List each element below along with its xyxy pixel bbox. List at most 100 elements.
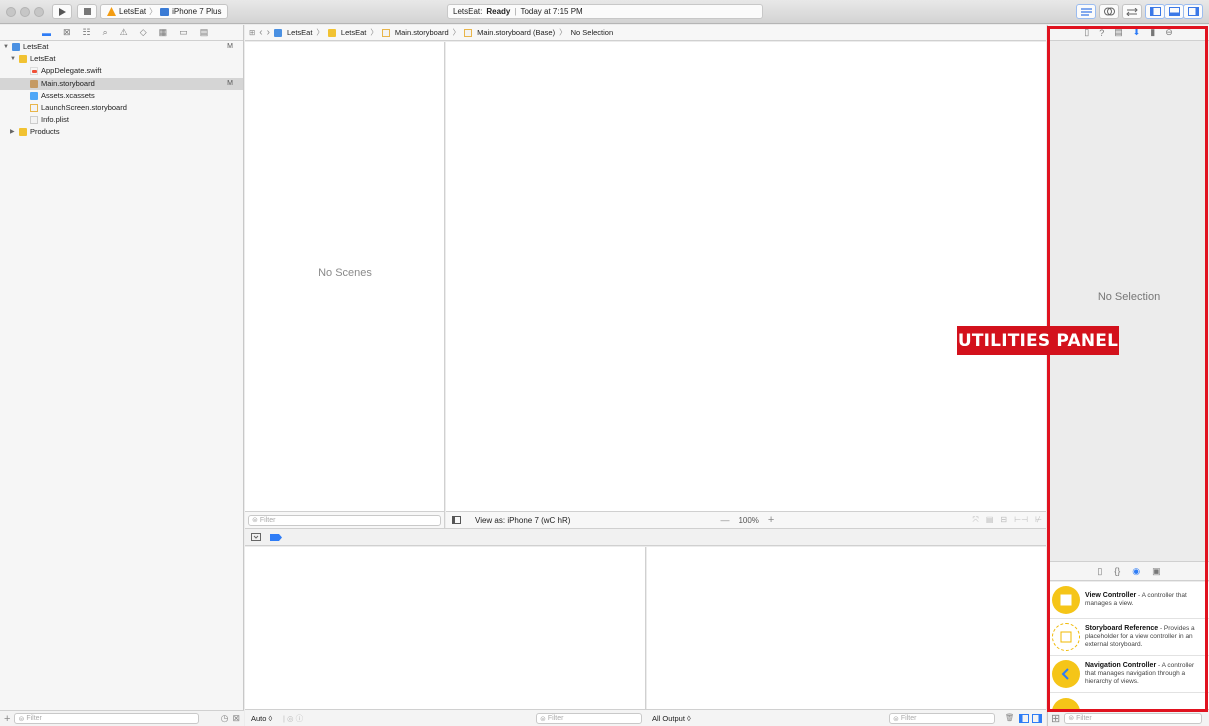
update-frames-icon[interactable]: ⤧ xyxy=(972,515,978,525)
source-control-icon[interactable]: ⊠ xyxy=(63,27,71,38)
trash-icon[interactable]: 🗑 xyxy=(1005,713,1015,722)
scheme-project-label: LetsEat xyxy=(119,7,147,16)
tree-item-label: Main.storyboard xyxy=(41,78,95,88)
outline-filter-input[interactable]: ⊜ Filter xyxy=(248,514,441,526)
breakpoint-icon[interactable]: ▭ xyxy=(179,27,188,38)
scheme-selector[interactable]: LetsEat 〉 iPhone 7 Plus xyxy=(100,4,228,19)
show-console-icon[interactable] xyxy=(1032,714,1042,723)
tree-item-file[interactable]: Assets.xcassets xyxy=(0,90,243,102)
tree-item-file[interactable]: Info.plist xyxy=(0,114,243,126)
console-filter-input[interactable]: ⊜ Filter xyxy=(889,713,995,724)
scm-filter-icon[interactable]: ⊠ xyxy=(232,713,240,724)
breadcrumb-label: LetsEat xyxy=(286,28,313,37)
tree-item-group[interactable]: ▶ Products xyxy=(0,126,243,138)
library-filter-input[interactable]: ⊜ Filter xyxy=(1064,712,1203,724)
object-library-icon[interactable]: ◉ xyxy=(1132,566,1140,577)
breadcrumb-item[interactable]: LetsEat xyxy=(273,28,313,37)
toggle-utilities-button[interactable] xyxy=(1183,4,1203,19)
bottom-panel-icon xyxy=(1168,7,1180,16)
console-view xyxy=(647,547,1046,709)
resolve-icon[interactable]: ⊬ xyxy=(1035,515,1042,525)
report-icon[interactable]: ▤ xyxy=(200,27,209,38)
connections-inspector-icon[interactable]: ⊖ xyxy=(1165,27,1173,38)
warning-icon[interactable]: ⚠ xyxy=(120,27,128,38)
toggle-navigator-button[interactable] xyxy=(1145,4,1165,19)
tree-item-group[interactable]: ▼ LetsEat xyxy=(0,53,243,65)
symbol-icon[interactable]: ☷ xyxy=(83,27,91,38)
media-library-icon[interactable]: ▣ xyxy=(1152,566,1161,577)
forward-icon[interactable]: › xyxy=(267,27,270,38)
toggle-debug-area-button[interactable] xyxy=(1164,4,1184,19)
tree-item-file[interactable]: AppDelegate.swift xyxy=(0,65,243,77)
attributes-inspector-icon[interactable]: ⬇ xyxy=(1133,27,1141,38)
zoom-out-button[interactable]: — xyxy=(720,515,729,525)
tree-item-file[interactable]: LaunchScreen.storyboard xyxy=(0,102,243,114)
run-button[interactable] xyxy=(52,4,72,19)
back-icon[interactable]: ‹ xyxy=(259,27,262,38)
variables-scope-select[interactable]: Auto ◊ xyxy=(251,714,272,723)
file-template-icon[interactable]: ▯ xyxy=(1097,566,1102,577)
file-inspector-icon[interactable]: ▯ xyxy=(1084,27,1089,38)
hide-debug-area-icon[interactable] xyxy=(251,533,261,541)
related-items-icon[interactable]: ⊞ xyxy=(249,28,255,37)
modified-badge: M xyxy=(227,43,233,50)
breadcrumb-item[interactable]: Main.storyboard (Base) xyxy=(464,28,555,37)
recent-icon[interactable]: ◷ xyxy=(221,713,229,724)
search-icon[interactable]: ⌕ xyxy=(103,27,108,38)
add-icon[interactable]: + xyxy=(4,713,10,725)
standard-editor-button[interactable] xyxy=(1076,4,1096,19)
tree-item-project[interactable]: ▼ LetsEat M xyxy=(0,41,243,53)
status-state-label: Ready xyxy=(486,7,511,16)
assistant-editor-button[interactable] xyxy=(1099,4,1119,19)
identity-inspector-icon[interactable]: ▤ xyxy=(1114,27,1123,38)
library-item[interactable] xyxy=(1048,693,1209,710)
storyboard-canvas[interactable] xyxy=(446,42,1046,511)
library-item[interactable]: Navigation Controller - A controller tha… xyxy=(1048,656,1209,693)
breadcrumb-item[interactable]: Main.storyboard xyxy=(381,28,449,37)
library-item[interactable]: View Controller - A controller that mana… xyxy=(1048,582,1209,619)
stop-button[interactable] xyxy=(77,4,97,19)
grid-view-icon[interactable]: ⊞ xyxy=(1051,712,1060,725)
disclosure-open-icon[interactable]: ▼ xyxy=(3,41,12,53)
disclosure-closed-icon[interactable]: ▶ xyxy=(10,126,19,138)
filter-icon: ⊜ xyxy=(18,715,25,723)
minimize-window-button[interactable] xyxy=(20,7,30,17)
breakpoints-toggle-icon[interactable] xyxy=(270,533,282,541)
console-output-select[interactable]: All Output ◊ xyxy=(652,714,691,723)
test-icon[interactable]: ◇ xyxy=(140,27,147,38)
activity-status: LetsEat: Ready | Today at 7:15 PM xyxy=(447,4,763,19)
navigator-footer: + ⊜ Filter ◷ ⊠ xyxy=(0,710,244,726)
folder-icon[interactable]: ▬ xyxy=(42,28,51,38)
right-panel-icon xyxy=(1187,7,1199,16)
library-item[interactable]: Storyboard Reference - Provides a placeh… xyxy=(1048,619,1209,656)
status-app-label: LetsEat: xyxy=(453,7,483,16)
code-snippet-icon[interactable]: {} xyxy=(1114,566,1120,576)
library-footer: ⊞ ⊜ Filter xyxy=(1048,709,1209,726)
stack-icon[interactable]: ▤ xyxy=(986,515,994,525)
breadcrumb-item[interactable]: LetsEat xyxy=(327,28,366,37)
filter-placeholder: Filter xyxy=(259,516,276,524)
show-variables-icon[interactable] xyxy=(1019,714,1029,723)
zoom-in-button[interactable]: + xyxy=(768,514,774,526)
navigator-filter-input[interactable]: ⊜ Filter xyxy=(14,713,200,724)
debug-icon[interactable]: ▦ xyxy=(159,27,168,38)
close-window-button[interactable] xyxy=(6,7,16,17)
size-inspector-icon[interactable]: ▮ xyxy=(1150,27,1155,38)
variables-filter-input[interactable]: ⊜ Filter xyxy=(536,713,642,724)
breadcrumb-item[interactable]: No Selection xyxy=(571,28,614,37)
project-icon xyxy=(273,28,282,37)
eye-icon[interactable]: | ◎ ⓘ xyxy=(283,713,303,724)
library-item-title: Navigation Controller xyxy=(1085,662,1157,670)
version-editor-button[interactable] xyxy=(1122,4,1142,19)
variables-view xyxy=(245,547,646,709)
align-icon[interactable]: ⊟ xyxy=(1000,515,1007,525)
help-inspector-icon[interactable]: ? xyxy=(1099,28,1104,38)
disclosure-open-icon[interactable]: ▼ xyxy=(10,53,19,65)
filter-icon: ⊜ xyxy=(540,715,546,723)
view-as-label[interactable]: View as: iPhone 7 (wC hR) xyxy=(475,516,570,525)
pin-icon[interactable]: ⊢⊣ xyxy=(1014,515,1028,525)
toggle-outline-icon[interactable] xyxy=(452,516,461,524)
stop-icon xyxy=(83,8,91,15)
tree-item-file-selected[interactable]: Main.storyboard M xyxy=(0,77,243,90)
zoom-window-button[interactable] xyxy=(34,7,44,17)
